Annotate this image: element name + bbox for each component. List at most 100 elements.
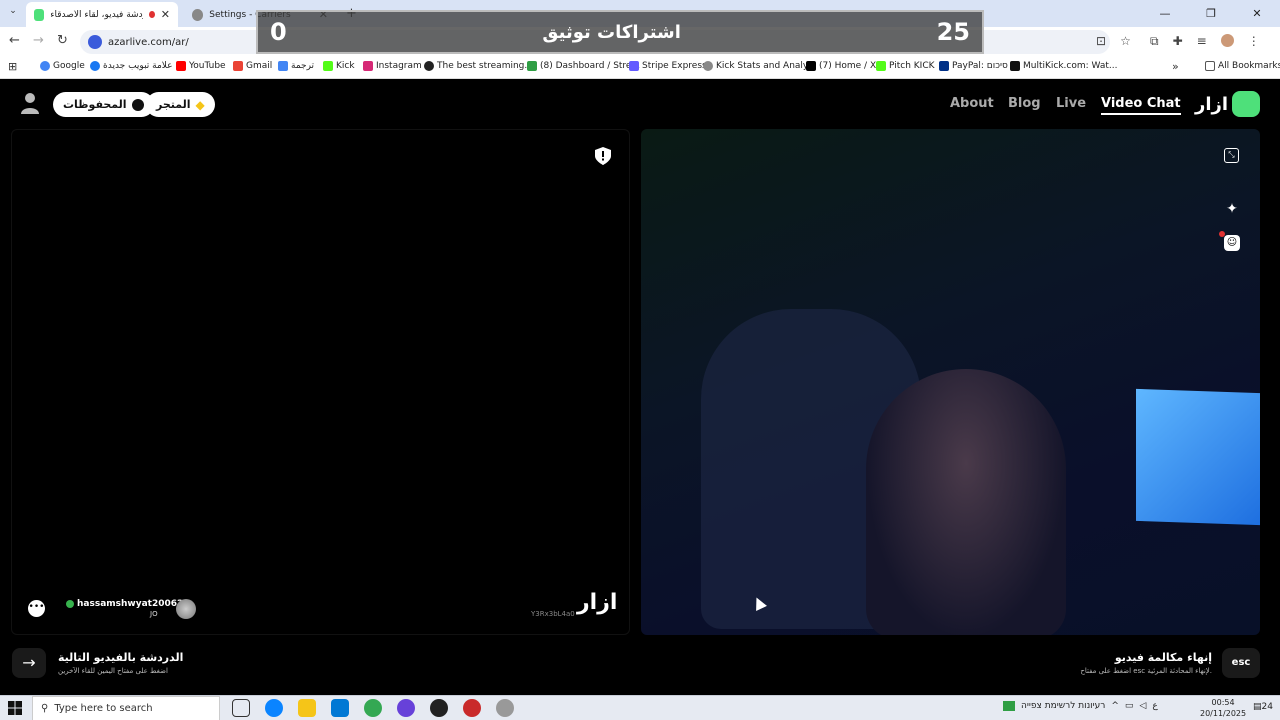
system-tray: רעיונות לרשימת צפייה ^ ▭ ◁ ع [1003,701,1158,711]
remote-video-panel [641,129,1260,635]
end-call-hint: اضغط على مفتاح esc لإنهاء المحادثة المرئ… [1080,667,1212,675]
site-info-icon[interactable] [88,35,102,49]
local-video-panel [11,129,630,635]
app-misc-icon[interactable] [496,699,514,717]
nav-blog[interactable]: Blog [1008,96,1041,111]
overlay-title: اشتراكات توثيق [542,21,681,43]
input-language[interactable]: ع [1152,701,1157,711]
taskbar-search-input[interactable]: ⚲ Type here to search [32,696,220,720]
bookmark-new-tab[interactable]: علامة تبويب جديدة [90,61,173,71]
nav-about[interactable]: About [950,96,994,111]
face-filter-icon[interactable]: ☺ [1224,235,1240,251]
profile-avatar-icon[interactable] [1220,34,1234,47]
chevron-up-icon[interactable]: ^ [1111,701,1119,711]
bookmark-stripe[interactable]: Stripe Express [629,61,707,71]
minimize-icon[interactable]: — [1142,7,1188,20]
partner-avatar[interactable] [176,599,196,619]
bookmark-multikick[interactable]: MultiKick.com: Wat... [1010,61,1118,71]
puzzle-icon[interactable]: ✚ [1173,34,1183,49]
next-chat-hint: اضغط على مفتاح اليمين للقاء الآخرين [58,667,168,675]
more-bookmarks-icon[interactable]: » [1172,60,1179,73]
sparkle-effects-icon[interactable]: ✦ [1223,200,1241,218]
bookmark-dashboard[interactable]: (8) Dashboard / Stre... [527,61,640,71]
kick-icon [876,61,886,71]
windows-start-icon[interactable] [8,701,22,715]
bookmark-instagram[interactable]: Instagram [363,61,422,71]
widget-icon[interactable] [1003,701,1015,711]
diamond-icon: ◆ [195,97,205,112]
url-text: azarlive.com/ar/ [108,36,189,48]
bookmark-paypal[interactable]: PayPal: סיכום [939,61,1008,71]
bookmarks-bar: ⊞ Google علامة تبويب جديدة YouTube Gmail… [0,57,1280,79]
chat-bubble-icon[interactable]: ••• [28,600,45,617]
restore-icon[interactable]: ❐ [1188,7,1234,20]
chrome-icon[interactable] [364,699,382,717]
report-shield-icon[interactable] [595,147,611,165]
tab-title: أزار:دردشة فيديو، لقاء الأصدقاء [50,9,143,20]
azar-logo[interactable]: ازار [1195,91,1261,117]
obs-icon[interactable] [430,699,448,717]
clock-icon [131,98,144,111]
bookmark-streaming[interactable]: The best streaming... [424,61,533,71]
toolbar-actions: ⊡ ☆ [1096,34,1131,48]
store-button[interactable]: المتجر ◆ [146,92,215,117]
app-record-icon[interactable] [463,699,481,717]
bookmark-gmail[interactable]: Gmail [233,61,272,71]
close-window-icon[interactable]: ✕ [1234,7,1280,20]
notification-center-icon[interactable]: ▤24 [1253,702,1273,712]
network-icon[interactable]: ▭ [1125,701,1134,711]
bookmark-youtube[interactable]: YouTube [176,61,226,71]
nav-video-chat[interactable]: Video Chat [1101,96,1181,115]
task-view-icon[interactable] [232,699,250,717]
bookmark-star-icon[interactable]: ☆ [1120,34,1131,48]
nav-live[interactable]: Live [1056,96,1086,111]
facebook-icon [90,61,100,71]
youtube-icon [176,61,186,71]
x-icon [806,61,816,71]
overlay-right-count: 25 [936,18,970,46]
tab-azar[interactable]: أزار:دردشة فيديو، لقاء الأصدقاء ✕ [26,2,178,27]
reload-icon[interactable]: ↻ [57,33,68,48]
back-arrow-icon[interactable]: ← [9,33,20,48]
bookmark-google[interactable]: Google [40,61,85,71]
extension-icon[interactable]: ⧉ [1150,34,1159,49]
pip-icon[interactable]: ⤡ [1224,148,1239,163]
taskbar-clock[interactable]: 00:54 20/11/2025 [1200,697,1246,719]
instagram-icon [363,61,373,71]
bookmark-kick-stats[interactable]: Kick Stats and Analy... [703,61,816,71]
forward-arrow-icon[interactable]: → [33,33,44,48]
next-chat-title: الدردشة بالفيديو التالية [58,651,184,664]
bookmark-pitch-kick[interactable]: Pitch KICK [876,61,935,71]
edge-icon[interactable] [265,699,283,717]
bookmark-translate[interactable]: ترجمة [278,61,314,71]
watermark-logo: ازار [577,590,618,615]
paypal-icon [939,61,949,71]
bookmark-kick[interactable]: Kick [323,61,355,71]
install-app-icon[interactable]: ⊡ [1096,34,1106,48]
media-icon[interactable]: ≡ [1197,34,1207,49]
tray-news-text[interactable]: רעיונות לרשימת צפייה [1021,701,1105,711]
file-explorer-icon[interactable] [298,699,316,717]
window-controls: — ❐ ✕ [1142,0,1280,27]
mail-icon[interactable] [331,699,349,717]
all-bookmarks[interactable]: All Bookmarks [1205,61,1280,71]
app-icon[interactable] [397,699,415,717]
apps-grid-icon[interactable]: ⊞ [8,60,17,73]
tab-search-icon[interactable]: ⌄ [6,6,20,20]
bookmark-x[interactable]: (7) Home / X [806,61,876,71]
next-chat-button[interactable]: → [12,648,46,678]
tab-record-icon [148,11,155,18]
partner-username: hassamshwyat200626 [66,599,190,609]
saved-button[interactable]: المحفوظات [53,92,154,117]
end-call-button[interactable]: esc [1222,648,1260,678]
menu-kebab-icon[interactable]: ⋮ [1248,34,1260,49]
close-tab-icon[interactable]: ✕ [161,8,170,21]
volume-icon[interactable]: ◁ [1139,701,1146,711]
video-person [866,369,1066,635]
video-monitor [1136,388,1260,526]
windows-taskbar: ⚲ Type here to search רעיונות לרשימת צפי… [0,695,1280,720]
github-icon [424,61,434,71]
multikick-icon [1010,61,1020,71]
user-profile-icon[interactable] [20,92,40,114]
folder-icon [1205,61,1215,71]
